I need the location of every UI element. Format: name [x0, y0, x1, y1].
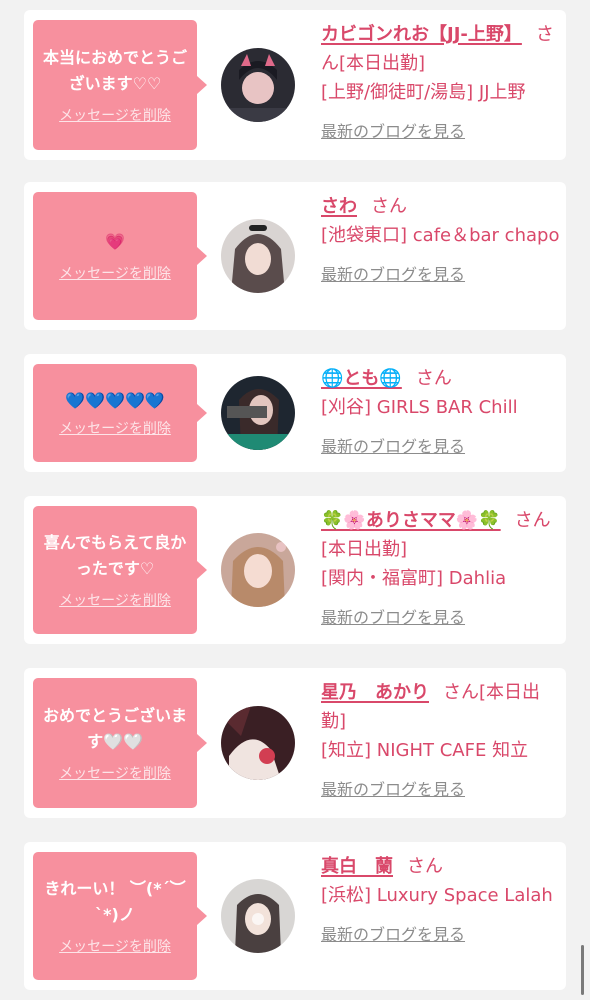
- scrollbar[interactable]: [581, 945, 584, 995]
- shop-label: [池袋東口] cafe＆bar chapo: [321, 225, 560, 246]
- delete-message-link[interactable]: メッセージを削除: [59, 418, 171, 438]
- message-text: 本当におめでとうございます♡♡: [42, 48, 187, 93]
- message-text: きれーい！ ︶(*´︶`*)ノ: [44, 879, 186, 924]
- honorific: さん: [443, 682, 479, 703]
- sender-info: 真白 蘭さん [浜松] Luxury Space Lalah 最新のブログを見る: [321, 852, 561, 949]
- message-text: 💗: [105, 232, 125, 251]
- avatar[interactable]: [221, 48, 295, 122]
- delete-message-link[interactable]: メッセージを削除: [59, 263, 171, 283]
- sender-name-link[interactable]: 🍀🌸ありさママ🌸🍀: [321, 510, 501, 531]
- avatar[interactable]: [221, 879, 295, 953]
- latest-blog-link[interactable]: 最新のブログを見る: [321, 117, 561, 146]
- sender-info: 🌐とも🌐 さん [刈谷] GIRLS BAR Chill 最新のブログを見る: [321, 364, 561, 461]
- delete-message-link[interactable]: メッセージを削除: [59, 105, 171, 125]
- latest-blog-link[interactable]: 最新のブログを見る: [321, 775, 561, 804]
- sender-info: さわ さん [池袋東口] cafe＆bar chapo 最新のブログを見る: [321, 192, 561, 289]
- honorific: さん: [407, 856, 443, 877]
- shop-label: [上野/御徒町/湯島] JJ上野: [321, 82, 526, 103]
- sender-name-link[interactable]: 🌐とも🌐: [321, 368, 402, 389]
- message-text: おめでとうございます🤍🤍: [42, 706, 187, 751]
- honorific: さん: [415, 368, 452, 389]
- latest-blog-link[interactable]: 最新のブログを見る: [321, 432, 561, 461]
- avatar[interactable]: [221, 376, 295, 450]
- message-bubble: 💗 メッセージを削除: [33, 192, 207, 320]
- message-card: おめでとうございます🤍🤍 メッセージを削除 星乃 あかり さん[本日出勤] [知立…: [24, 668, 566, 818]
- message-card: 💙💙💙💙💙 メッセージを削除 🌐とも🌐 さん [刈谷] GIRLS BAR Chi…: [24, 354, 566, 472]
- shop-label: [関内・福富町] Dahlia: [321, 568, 507, 589]
- sender-name-link[interactable]: さわ: [321, 196, 357, 217]
- sender-info: 星乃 あかり さん[本日出勤] [知立] NIGHT CAFE 知立 最新のブログ…: [321, 678, 561, 804]
- message-bubble: 💙💙💙💙💙 メッセージを削除: [33, 364, 207, 462]
- shop-label: [知立] NIGHT CAFE 知立: [321, 740, 529, 761]
- latest-blog-link[interactable]: 最新のブログを見る: [321, 603, 561, 632]
- honorific: さん: [371, 196, 407, 217]
- message-text: 喜んでもらえて良かったです♡: [43, 533, 187, 578]
- avatar[interactable]: [221, 706, 295, 780]
- status-label: [本日出勤]: [339, 53, 426, 74]
- sender-info: カビゴンれお【JJ-上野】 さん[本日出勤] [上野/御徒町/湯島] JJ上野 最…: [321, 20, 561, 146]
- shop-label: [刈谷] GIRLS BAR Chill: [321, 397, 518, 418]
- message-text: 💙💙💙💙💙: [65, 391, 165, 410]
- sender-info: 🍀🌸ありさママ🌸🍀 さん [本日出勤] [関内・福富町] Dahlia 最新のブログ…: [321, 506, 561, 632]
- sender-name-link[interactable]: カビゴンれお【JJ-上野】: [321, 24, 522, 45]
- message-bubble: 本当におめでとうございます♡♡ メッセージを削除: [33, 20, 207, 150]
- delete-message-link[interactable]: メッセージを削除: [59, 936, 171, 956]
- avatar[interactable]: [221, 219, 295, 293]
- honorific: さん: [514, 510, 551, 531]
- delete-message-link[interactable]: メッセージを削除: [59, 763, 171, 783]
- message-bubble: 喜んでもらえて良かったです♡ メッセージを削除: [33, 506, 207, 634]
- message-bubble: きれーい！ ︶(*´︶`*)ノ メッセージを削除: [33, 852, 207, 980]
- message-card: きれーい！ ︶(*´︶`*)ノ メッセージを削除 真白 蘭さん [浜松] Lux…: [24, 842, 566, 990]
- sender-name-link[interactable]: 真白 蘭: [321, 856, 393, 877]
- avatar[interactable]: [221, 533, 295, 607]
- message-card: 喜んでもらえて良かったです♡ メッセージを削除 🍀🌸ありさママ🌸🍀 さん [本日出勤…: [24, 496, 566, 644]
- message-card: 本当におめでとうございます♡♡ メッセージを削除 カビゴンれお【JJ-上野】 さん…: [24, 10, 566, 160]
- shop-label: [浜松] Luxury Space Lalah: [321, 885, 553, 906]
- latest-blog-link[interactable]: 最新のブログを見る: [321, 260, 561, 289]
- status-label: [本日出勤]: [321, 539, 408, 560]
- latest-blog-link[interactable]: 最新のブログを見る: [321, 920, 561, 949]
- delete-message-link[interactable]: メッセージを削除: [59, 590, 171, 610]
- message-bubble: おめでとうございます🤍🤍 メッセージを削除: [33, 678, 207, 808]
- sender-name-link[interactable]: 星乃 あかり: [321, 682, 429, 703]
- message-card: 💗 メッセージを削除 さわ さん [池袋東口] cafe＆bar chapo 最新…: [24, 182, 566, 330]
